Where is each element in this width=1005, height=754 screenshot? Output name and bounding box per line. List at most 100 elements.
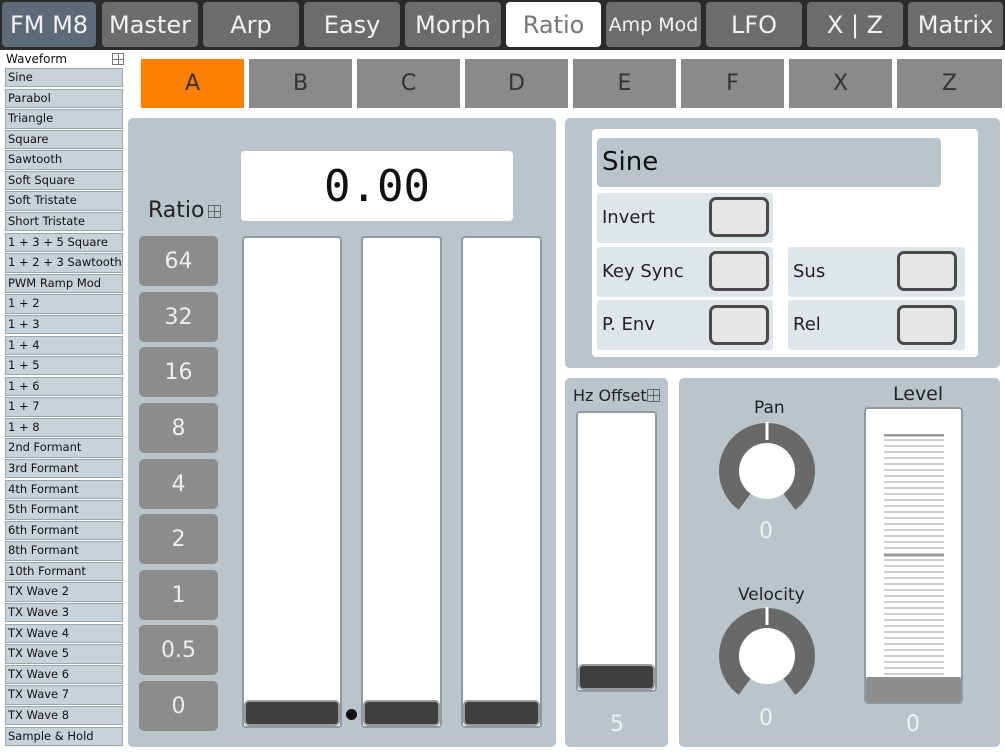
waveform-list-item[interactable]: Square — [5, 129, 123, 150]
level-label: Level — [893, 383, 944, 405]
tab-morph[interactable]: Morph — [405, 2, 501, 47]
tab-matrix[interactable]: Matrix — [908, 2, 1003, 47]
rel-label: Rel — [793, 314, 821, 335]
waveform-list-item[interactable]: TX Wave 2 — [5, 582, 123, 602]
waveform-list-item[interactable]: Sine — [5, 68, 123, 88]
operator-tab-b[interactable]: B — [249, 59, 352, 108]
level-fader-handle[interactable] — [866, 677, 961, 702]
waveform-list-item[interactable]: 5th Formant — [5, 500, 123, 520]
operator-tab-e[interactable]: E — [573, 59, 676, 108]
ratio-button-2[interactable]: 2 — [139, 514, 218, 564]
waveform-header-label: Waveform — [6, 52, 67, 66]
ratio-coarse-slider[interactable] — [242, 236, 342, 728]
tab-x-z[interactable]: X | Z — [807, 2, 903, 47]
operator-tab-c[interactable]: C — [357, 59, 460, 108]
pan-value: 0 — [759, 519, 773, 544]
key-sync-toggle[interactable] — [709, 251, 769, 291]
waveform-list-item[interactable]: PWM Ramp Mod — [5, 273, 123, 294]
waveform-list-item[interactable]: Triangle — [5, 109, 123, 129]
invert-toggle[interactable] — [709, 197, 769, 237]
waveform-list-item[interactable]: TX Wave 7 — [5, 685, 123, 705]
operator-tab-x[interactable]: X — [789, 59, 892, 108]
waveform-list-item[interactable]: 1 + 3 + 5 Square — [5, 232, 123, 253]
waveform-list-item[interactable]: 4th Formant — [5, 479, 123, 499]
waveform-list-item[interactable]: Soft Tristate — [5, 191, 123, 211]
tab-easy[interactable]: Easy — [304, 2, 400, 47]
ratio-grid-icon[interactable] — [208, 205, 221, 218]
key-sync-label: Key Sync — [602, 261, 684, 282]
hz-offset-slider[interactable] — [576, 411, 657, 692]
decimal-dot-icon — [346, 709, 357, 720]
pan-label: Pan — [754, 398, 785, 418]
hz-offset-value: 5 — [610, 712, 624, 737]
ratio-button-0-5[interactable]: 0.5 — [139, 625, 218, 675]
waveform-list-item[interactable]: 10th Formant — [5, 561, 123, 582]
ratio-button-4[interactable]: 4 — [139, 459, 218, 509]
pan-knob[interactable] — [716, 420, 818, 522]
hz-offset-grid-icon[interactable] — [647, 389, 660, 402]
waveform-list-item[interactable]: 1 + 4 — [5, 335, 123, 355]
ratio-button-8[interactable]: 8 — [139, 403, 218, 453]
waveform-list-item[interactable]: 2nd Formant — [5, 438, 123, 458]
slider-handle[interactable] — [578, 664, 655, 690]
slider-handle[interactable] — [463, 700, 540, 726]
sus-toggle[interactable] — [897, 251, 957, 291]
waveform-list-item[interactable]: Soft Square — [5, 170, 123, 191]
waveform-list-item[interactable]: TX Wave 6 — [5, 664, 123, 685]
waveform-list-item[interactable]: 1 + 2 + 3 Sawtooth — [5, 253, 123, 273]
waveform-list-item[interactable]: 1 + 8 — [5, 417, 123, 438]
tab-ratio[interactable]: Ratio — [506, 2, 601, 47]
slider-handle[interactable] — [363, 700, 440, 726]
tab-lfo[interactable]: LFO — [706, 2, 802, 47]
tab-master[interactable]: Master — [102, 2, 198, 47]
waveform-list-item[interactable]: TX Wave 3 — [5, 603, 123, 623]
velocity-value: 0 — [759, 706, 773, 731]
waveform-list-item[interactable]: 1 + 3 — [5, 314, 123, 335]
rel-toggle[interactable] — [897, 305, 957, 345]
operator-tab-z[interactable]: Z — [897, 59, 1002, 108]
operator-tab-f[interactable]: F — [681, 59, 784, 108]
ratio-label: Ratio — [148, 198, 205, 223]
p-env-label: P. Env — [602, 314, 655, 335]
grid-icon[interactable] — [112, 53, 124, 65]
ratio-button-0[interactable]: 0 — [139, 681, 218, 731]
waveform-list-item[interactable]: TX Wave 4 — [5, 623, 123, 643]
ratio-button-1[interactable]: 1 — [139, 570, 218, 620]
ratio-fine-slider[interactable] — [361, 236, 442, 728]
waveform-list: Sine Parabol Triangle Square Sawtooth Soft Sq… — [5, 68, 123, 747]
waveform-list-item[interactable]: Sample & Hold — [5, 726, 123, 746]
tab-arp[interactable]: Arp — [203, 2, 299, 47]
velocity-label: Velocity — [738, 585, 805, 605]
ratio-button-16[interactable]: 16 — [139, 347, 218, 397]
p-env-toggle[interactable] — [709, 305, 769, 345]
level-scale — [884, 434, 944, 675]
waveform-list-item[interactable]: Short Tristate — [5, 212, 123, 232]
waveform-list-item[interactable]: 1 + 5 — [5, 356, 123, 376]
level-value: 0 — [906, 712, 920, 737]
waveform-list-item[interactable]: 1 + 6 — [5, 376, 123, 397]
tab-amp-mod[interactable]: Amp Mod — [606, 2, 701, 47]
waveform-list-item[interactable]: TX Wave 5 — [5, 644, 123, 664]
ratio-value-display: 0.00 — [241, 151, 513, 221]
level-fader[interactable] — [864, 407, 963, 704]
sus-label: Sus — [793, 261, 826, 282]
invert-label: Invert — [602, 207, 655, 228]
ratio-finest-slider[interactable] — [461, 236, 542, 728]
waveform-list-item[interactable]: 8th Formant — [5, 541, 123, 561]
waveform-list-item[interactable]: 3rd Formant — [5, 458, 123, 479]
slider-handle[interactable] — [244, 700, 340, 726]
app-title-tab[interactable]: FM M8 — [2, 2, 96, 47]
operator-tab-d[interactable]: D — [465, 59, 568, 108]
waveform-list-item[interactable]: TX Wave 8 — [5, 705, 123, 726]
top-tab-bar: FM M8 Master Arp Easy Morph Ratio Amp Mo… — [0, 0, 1005, 50]
waveform-list-item[interactable]: Parabol — [5, 88, 123, 108]
ratio-button-64[interactable]: 64 — [139, 236, 218, 286]
waveform-list-item[interactable]: 1 + 7 — [5, 397, 123, 417]
waveform-list-item[interactable]: Sawtooth — [5, 150, 123, 170]
ratio-button-32[interactable]: 32 — [139, 292, 218, 342]
operator-tab-a[interactable]: A — [141, 59, 244, 108]
waveform-list-item[interactable]: 6th Formant — [5, 520, 123, 541]
hz-offset-label: Hz Offset — [573, 386, 647, 405]
waveform-list-item[interactable]: 1 + 2 — [5, 294, 123, 314]
velocity-knob[interactable] — [716, 605, 818, 707]
